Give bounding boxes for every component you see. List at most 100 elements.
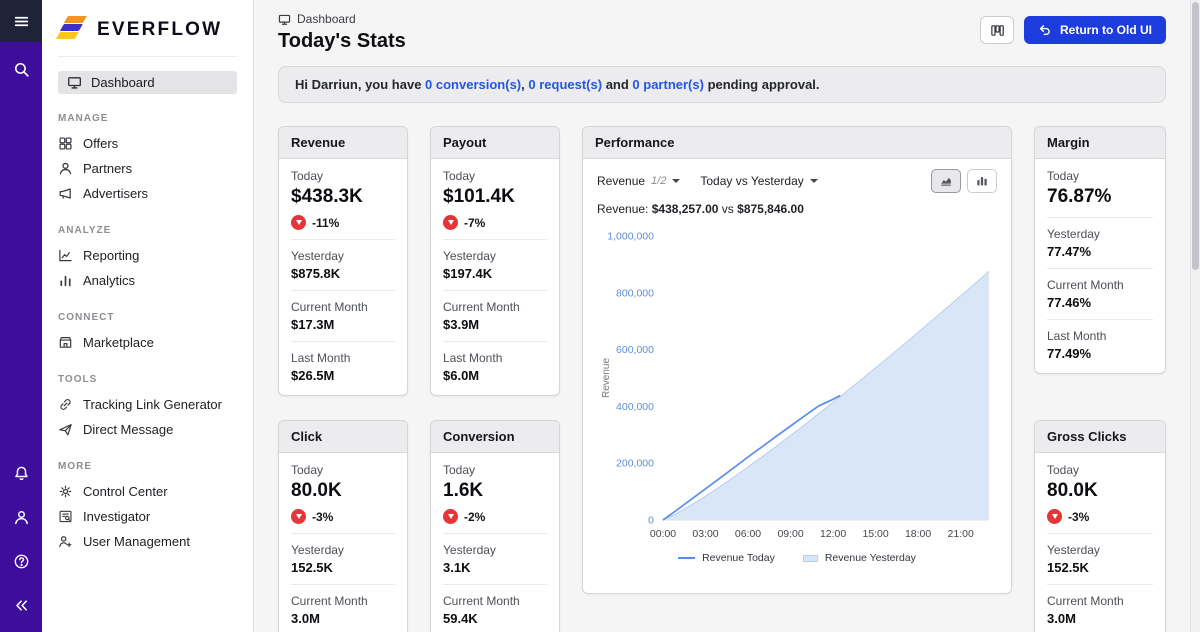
sidebar-item-label: Marketplace <box>83 335 154 350</box>
nav-section-connect: CONNECT Marketplace <box>42 312 253 355</box>
collapse-sidebar-button[interactable] <box>0 588 42 622</box>
stat-value: $6.0M <box>443 368 480 383</box>
sidebar-item-direct-message[interactable]: Direct Message <box>58 417 237 442</box>
user-plus-icon <box>58 534 73 549</box>
svg-text:800,000: 800,000 <box>616 287 654 299</box>
sidebar-item-dashboard[interactable]: Dashboard <box>58 71 237 94</box>
sidebar-item-advertisers[interactable]: Advertisers <box>58 181 237 206</box>
metric-select-value: Revenue <box>597 174 646 188</box>
return-to-old-ui-button[interactable]: Return to Old UI <box>1024 16 1166 44</box>
svg-text:0: 0 <box>648 515 654 527</box>
account-button[interactable] <box>0 500 42 534</box>
svg-text:200,000: 200,000 <box>616 458 654 470</box>
layout-switcher-button[interactable] <box>980 16 1014 44</box>
sidebar-item-label: Direct Message <box>83 422 174 437</box>
line-chart-icon <box>58 248 73 263</box>
compare-select[interactable]: Today vs Yesterday <box>700 174 818 188</box>
stat-value-today: $438.3K <box>291 186 363 207</box>
change-badge: -2% <box>443 509 547 524</box>
sidebar-item-label: Investigator <box>83 509 151 524</box>
stat-value: 59.4K <box>443 611 478 626</box>
click-card: Click Today 80.0K -3% Yesterday 152.5K C… <box>278 420 408 632</box>
summary-label: Revenue: <box>597 202 649 216</box>
partners-link[interactable]: 0 partner(s) <box>632 77 704 92</box>
sidebar-item-marketplace[interactable]: Marketplace <box>58 330 237 355</box>
stat-value-today: 80.0K <box>291 480 342 501</box>
stat-label: Yesterday <box>443 249 496 263</box>
help-icon <box>13 553 30 570</box>
sidebar-item-label: Analytics <box>83 273 136 288</box>
bar-chart-icon <box>975 174 989 188</box>
change-value: -2% <box>464 509 486 524</box>
stat-value: 152.5K <box>291 560 333 575</box>
bar-chart-icon <box>58 273 73 288</box>
brand-logo[interactable]: EVERFLOW <box>42 0 253 56</box>
sidebar-item-label: Dashboard <box>91 75 155 90</box>
svg-text:00:00: 00:00 <box>650 528 676 540</box>
sidebar-item-offers[interactable]: Offers <box>58 131 237 156</box>
stat-value: 152.5K <box>1047 560 1089 575</box>
nav-section-title: CONNECT <box>58 312 115 323</box>
metric-select[interactable]: Revenue 1/2 <box>597 174 681 188</box>
performance-controls: Revenue 1/2 Today vs Yesterday <box>597 169 997 193</box>
stat-value: 77.46% <box>1047 295 1092 310</box>
sidebar-item-investigator[interactable]: Investigator <box>58 504 237 529</box>
sidebar-item-partners[interactable]: Partners <box>58 156 237 181</box>
stat-value: $26.5M <box>291 368 335 383</box>
compare-select-value: Today vs Yesterday <box>700 174 804 188</box>
nav-section-more: MORE Control Center Investigator User Ma… <box>42 461 253 554</box>
stats-grid: Revenue Today $438.3K -11% Yesterday $87… <box>278 126 1166 632</box>
svg-text:400,000: 400,000 <box>616 401 654 413</box>
legend-revenue-yesterday[interactable]: Revenue Yesterday <box>802 552 916 564</box>
sidebar-item-label: Control Center <box>83 484 168 499</box>
sidebar-item-tracking-link-generator[interactable]: Tracking Link Generator <box>58 392 237 417</box>
monitor-icon <box>278 13 291 26</box>
legend-line-swatch <box>678 557 696 559</box>
scrollbar-thumb[interactable] <box>1192 2 1199 270</box>
double-chevron-left-icon <box>13 597 30 614</box>
summary-today-value: $438,257.00 <box>651 202 719 216</box>
card-title: Performance <box>583 127 1011 159</box>
help-button[interactable] <box>0 544 42 578</box>
page-title: Today's Stats <box>278 30 406 52</box>
conversion-card: Conversion Today 1.6K -2% Yesterday 3.1K… <box>430 420 560 632</box>
header-actions: Return to Old UI <box>980 16 1166 44</box>
stat-label: Current Month <box>443 300 520 314</box>
monitor-icon <box>67 75 82 90</box>
sidebar-item-reporting[interactable]: Reporting <box>58 243 237 268</box>
page-header: Dashboard Today's Stats Return to Old UI <box>278 12 1166 53</box>
sidebar-item-analytics[interactable]: Analytics <box>58 268 237 293</box>
send-icon <box>58 422 73 437</box>
stat-label: Last Month <box>443 351 503 365</box>
icon-rail <box>0 0 42 632</box>
sidebar-item-label: User Management <box>83 534 190 549</box>
bar-chart-toggle[interactable] <box>967 169 997 193</box>
menu-button[interactable] <box>0 0 42 42</box>
conversions-link[interactable]: 0 conversion(s) <box>425 77 521 92</box>
change-badge: -3% <box>1047 509 1153 524</box>
notifications-button[interactable] <box>0 456 42 490</box>
sidebar-item-label: Reporting <box>83 248 140 263</box>
breadcrumb[interactable]: Dashboard <box>278 12 406 26</box>
area-chart-toggle[interactable] <box>931 169 961 193</box>
stat-value: 77.47% <box>1047 244 1092 259</box>
sidebar-item-user-management[interactable]: User Management <box>58 529 237 554</box>
document-search-icon <box>58 509 73 524</box>
stat-value-today: 76.87% <box>1047 186 1112 207</box>
trend-down-icon <box>1047 509 1062 524</box>
stat-value-today: 1.6K <box>443 480 484 501</box>
change-value: -3% <box>312 509 334 524</box>
change-value: -3% <box>1068 509 1090 524</box>
svg-text:1,000,000: 1,000,000 <box>607 231 654 243</box>
banner-text: and <box>602 77 633 92</box>
sidebar-item-control-center[interactable]: Control Center <box>58 479 237 504</box>
requests-link[interactable]: 0 request(s) <box>528 77 602 92</box>
person-icon <box>58 161 73 176</box>
nav-section-analyze: ANALYZE Reporting Analytics <box>42 225 253 293</box>
stat-label: Today <box>291 463 324 477</box>
performance-summary: Revenue: $438,257.00 vs $875,846.00 <box>597 202 997 216</box>
stat-value: 77.49% <box>1047 346 1092 361</box>
change-badge: -3% <box>291 509 395 524</box>
search-button[interactable] <box>0 52 42 86</box>
legend-revenue-today[interactable]: Revenue Today <box>678 552 775 564</box>
